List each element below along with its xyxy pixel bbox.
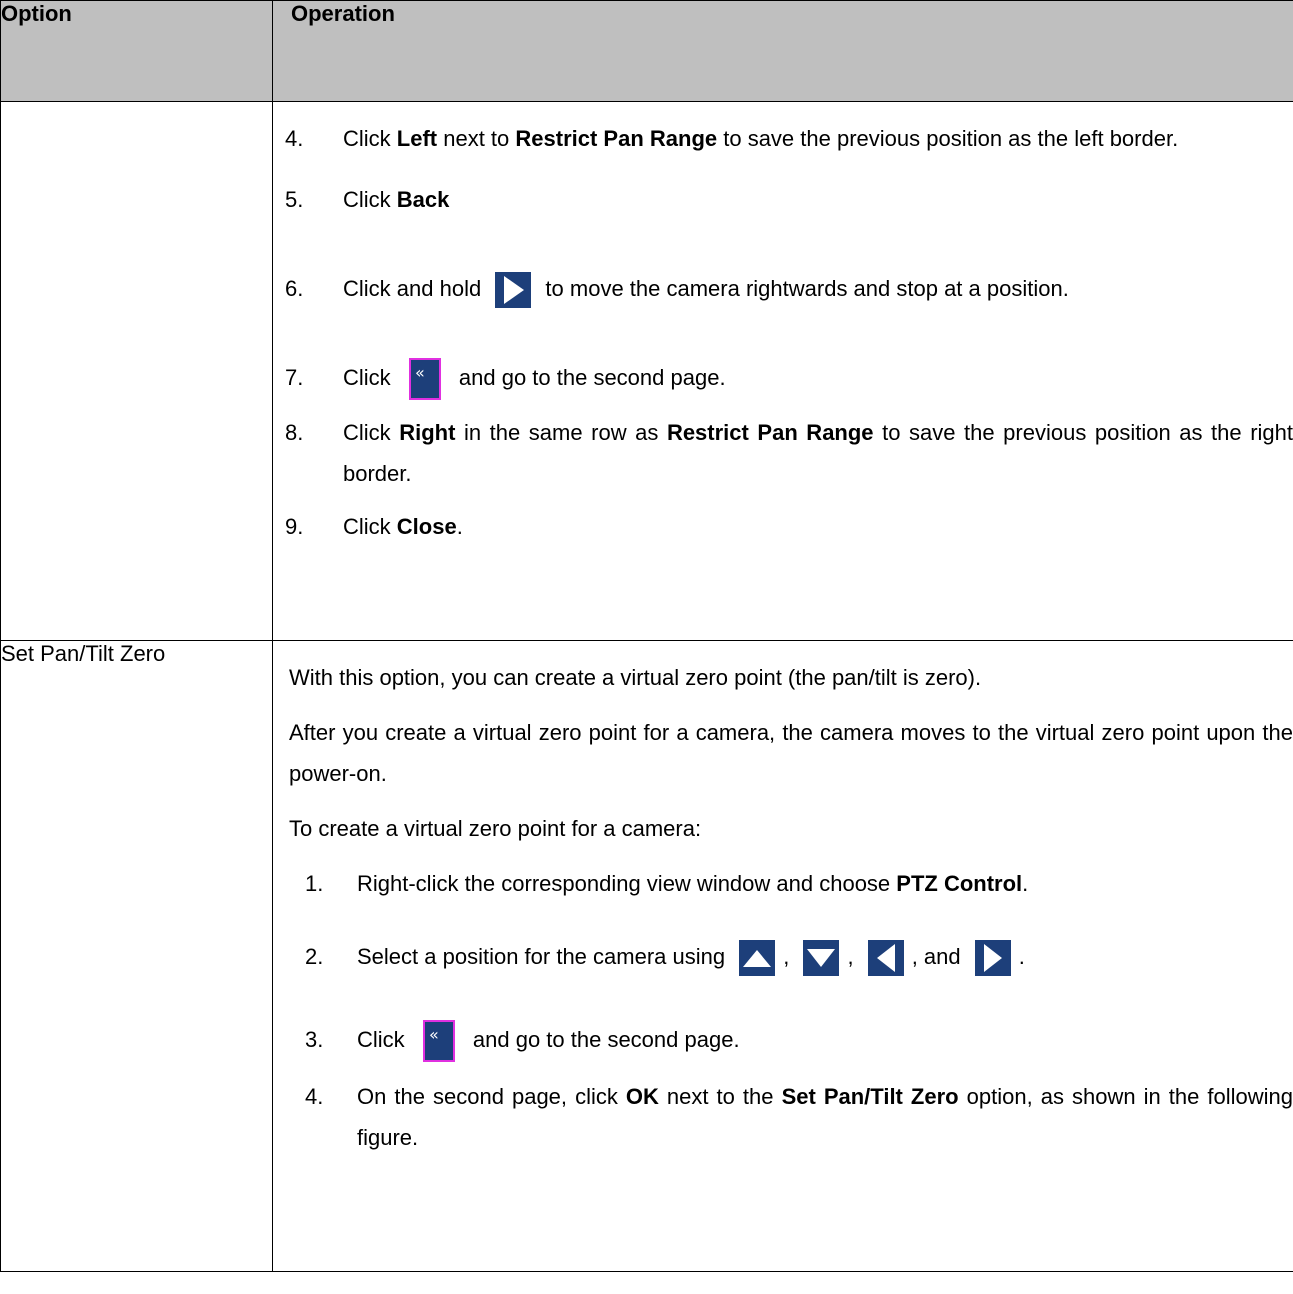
arrow-up-icon	[739, 940, 776, 977]
arrow-right-icon	[495, 272, 532, 309]
step-4: 4. Click Left next to Restrict Pan Range…	[285, 126, 1179, 151]
table-row: Set Pan/Tilt Zero With this option, you …	[0, 640, 1293, 1272]
option-cell-empty	[0, 101, 273, 641]
svg-text:«: «	[429, 1025, 439, 1044]
operation-cell: With this option, you can create a virtu…	[272, 640, 1293, 1272]
arrow-left-icon	[867, 940, 904, 977]
paragraph-instruction: To create a virtual zero point for a cam…	[289, 816, 702, 841]
arrow-down-icon	[803, 940, 840, 977]
double-chevron-left-icon: «	[408, 358, 441, 401]
step-4: 4. On the second page, click OK next to …	[305, 1084, 1293, 1151]
step-6: 6. Click and hold to move the camera rig…	[273, 268, 1293, 309]
header-option: Option	[0, 0, 273, 102]
step-8: 8. Click Right in the same row as Restri…	[285, 420, 1293, 487]
double-chevron-left-icon: «	[422, 1020, 455, 1063]
options-table: Option Operation 4. Click Left next to R…	[0, 0, 1293, 1272]
arrow-right-icon	[974, 940, 1011, 977]
step-7: 7. Click « and go to the second page.	[273, 357, 1293, 401]
operation-cell: 4. Click Left next to Restrict Pan Range…	[272, 101, 1293, 641]
option-cell-set-pan-tilt-zero: Set Pan/Tilt Zero	[0, 640, 273, 1272]
table-row: 4. Click Left next to Restrict Pan Range…	[0, 101, 1293, 641]
step-9: 9. Click Close.	[285, 514, 463, 540]
paragraph-description: After you create a virtual zero point fo…	[289, 720, 1293, 786]
paragraph-intro: With this option, you can create a virtu…	[289, 665, 982, 690]
step-1: 1. Right-click the corresponding view wi…	[305, 871, 1029, 896]
header-operation: Operation	[272, 0, 1293, 102]
step-3: 3. Click « and go to the second page.	[289, 1019, 1293, 1063]
table-header-row: Option Operation	[0, 0, 1293, 102]
step-2: 2. Select a position for the camera usin…	[289, 936, 1293, 977]
step-5: 5. Click Back	[285, 187, 450, 212]
svg-text:«: «	[415, 363, 425, 382]
